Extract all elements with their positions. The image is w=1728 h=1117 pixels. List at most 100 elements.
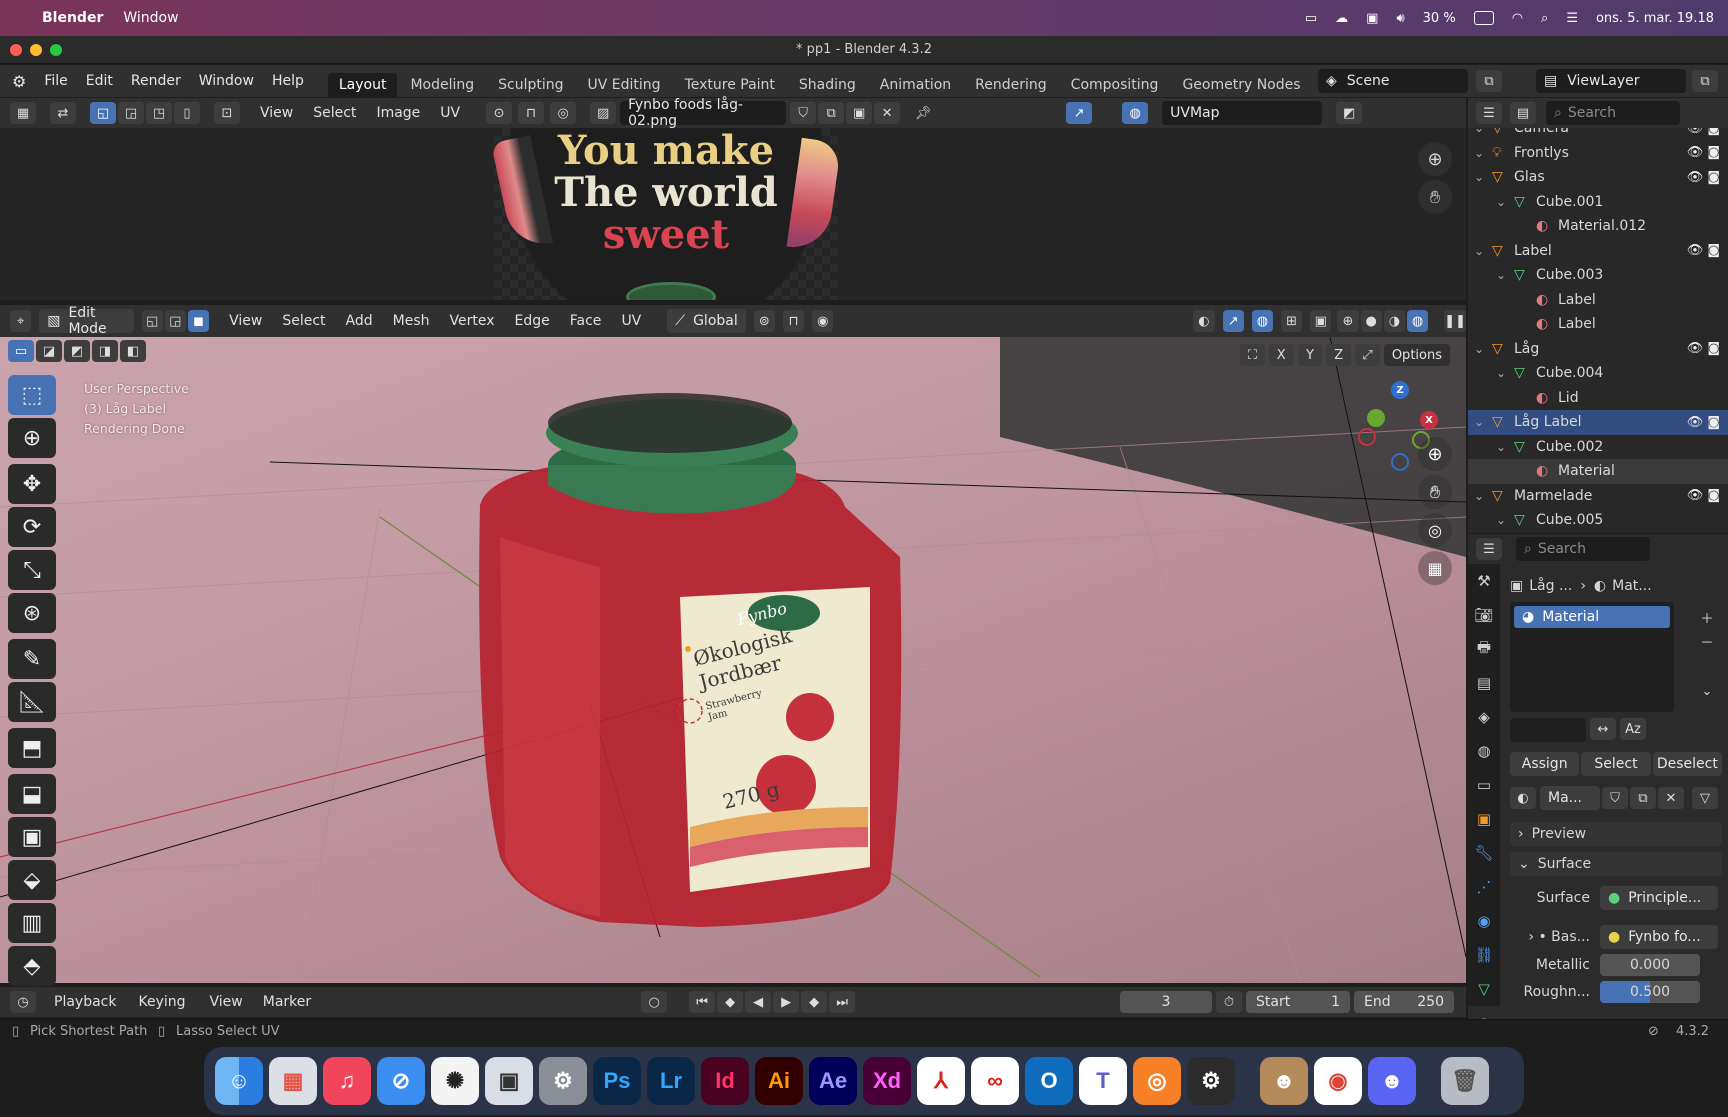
tab-shading[interactable]: Shading (788, 73, 867, 97)
chevron-down-icon[interactable]: ⌄ (1496, 440, 1506, 454)
outliner-row[interactable]: ⌄ ▽ Label 👁︎ ◙ (1468, 239, 1728, 264)
discord-icon[interactable]: ☻ (1368, 1057, 1416, 1105)
link-type-icon[interactable]: ▽ (1692, 787, 1718, 809)
play-icon[interactable]: ▶ (773, 991, 800, 1013)
close-window-button[interactable] (10, 44, 22, 56)
after-effects-icon[interactable]: Ae (809, 1057, 857, 1105)
photoshop-icon[interactable]: Ps (593, 1057, 641, 1105)
render-tab-icon[interactable]: 📷︎ (1468, 598, 1500, 632)
surface-panel-header[interactable]: ⌄ Surface (1510, 852, 1722, 876)
surface-shader-field[interactable]: ● Principle... (1600, 886, 1718, 910)
indesign-icon[interactable]: Id (701, 1057, 749, 1105)
options-dropdown[interactable]: Options (1383, 344, 1450, 366)
chevron-down-icon[interactable]: ⌄ (1474, 170, 1484, 184)
launchpad-icon[interactable]: ▦ (269, 1057, 317, 1105)
proportional-icon[interactable]: ◎ (550, 102, 577, 124)
pin-icon[interactable]: 📌︎ (910, 102, 936, 124)
wifi-icon[interactable]: ◠ (1512, 11, 1523, 26)
fake-user-icon[interactable]: ⛉ (790, 102, 817, 124)
data-tab-icon[interactable]: ▽ (1468, 972, 1500, 1006)
visibility-render-icon[interactable]: 👁︎ ◙ (1687, 128, 1720, 136)
image-editor-canvas[interactable]: You make The world sweet ⊕ ✋︎ (0, 128, 1466, 300)
current-frame-field[interactable]: 3 (1120, 991, 1212, 1013)
menu-view[interactable]: View (260, 105, 293, 121)
material-browse-icon[interactable]: ◐ (1510, 787, 1536, 809)
add-slot-icon[interactable]: ＋ (1694, 606, 1720, 628)
timeline-editor-type-icon[interactable]: ◷ (10, 991, 36, 1013)
metallic-slider[interactable]: 0.000 (1600, 954, 1700, 976)
world-tab-icon[interactable]: ◍ (1468, 734, 1500, 768)
face-mode-icon[interactable]: ◼ (187, 310, 210, 332)
visibility-render-icon[interactable]: 👁︎ ◙ (1687, 145, 1720, 160)
menubar-clock[interactable]: ons. 5. mar. 19.18 (1596, 11, 1714, 26)
sticky-select-icon[interactable]: ⊡ (214, 102, 240, 124)
vp-menu-uv[interactable]: UV (621, 313, 641, 329)
volume-icon[interactable]: 🔊︎ (1396, 11, 1404, 26)
search-icon[interactable]: ⌕ (1541, 11, 1548, 26)
outliner-editor-type-icon[interactable]: ☰ (1476, 102, 1502, 124)
display-channels-icon[interactable]: ◩ (1336, 102, 1363, 124)
properties-editor-type-icon[interactable]: ☰ (1476, 538, 1502, 560)
select-invert-icon[interactable]: ◨ (92, 340, 118, 362)
zoom-window-button[interactable] (50, 44, 62, 56)
tab-sculpting[interactable]: Sculpting (487, 73, 574, 97)
solid-shading-icon[interactable]: ● (1360, 310, 1382, 332)
move-tool-icon[interactable]: ✥ (8, 464, 56, 504)
vertex-mode-icon[interactable]: ◱ (141, 310, 163, 332)
chatgpt-icon[interactable]: ✺ (431, 1057, 479, 1105)
cinema-icon[interactable]: ◎ (1133, 1057, 1181, 1105)
timeline-menu-keying[interactable]: Keying (138, 994, 185, 1010)
menu-image[interactable]: Image (376, 105, 420, 121)
menubar-app-name[interactable]: Blender (42, 10, 103, 26)
outliner-row[interactable]: ⌄ 💡︎ Frontlys 👁︎ ◙ (1468, 141, 1728, 166)
preview-icon[interactable]: ▣ (485, 1057, 533, 1105)
scene-tab-icon[interactable]: ◈ (1468, 700, 1500, 734)
system-settings-icon[interactable]: ⚙ (539, 1057, 587, 1105)
teams-icon[interactable]: T (1079, 1057, 1127, 1105)
play-reverse-icon[interactable]: ◀ (745, 991, 772, 1013)
cursor-tool-icon[interactable]: ⊕ (8, 418, 56, 458)
output-tab-icon[interactable]: 🖶︎ (1468, 632, 1500, 666)
snap-icon[interactable]: ⊓ (518, 102, 545, 124)
image-name-field[interactable]: Fynbo foods låg-02.png (620, 97, 787, 129)
outliner-row[interactable]: ⌄ ▽ Cube.003 (1468, 263, 1728, 288)
base-color-field[interactable]: ● Fynbo fo... (1600, 925, 1718, 949)
chevron-down-icon[interactable]: ⌄ (1496, 366, 1506, 380)
auto-key-icon[interactable]: ○ (641, 991, 668, 1013)
slot-specials-icon[interactable]: ⌄ (1694, 680, 1720, 702)
select-button[interactable]: Select (1581, 752, 1651, 776)
tab-uv-editing[interactable]: UV Editing (577, 73, 672, 97)
rendered-shading-icon[interactable]: ◍ (1406, 310, 1429, 332)
chevron-down-icon[interactable]: ⌄ (1496, 513, 1506, 527)
outliner-row[interactable]: ⌄ ▽ Låg Label 👁︎ ◙ (1468, 410, 1728, 435)
vp-pan-icon[interactable]: ✋︎ (1418, 475, 1452, 509)
jump-start-icon[interactable]: ⏮ (689, 991, 716, 1013)
timeline-menu-marker[interactable]: Marker (263, 994, 311, 1010)
vp-menu-view[interactable]: View (229, 313, 262, 329)
mat-unlink-icon[interactable]: ✕ (1658, 787, 1684, 809)
uv-sync-icon[interactable]: ⇄ (50, 102, 76, 124)
timeline-menu-playback[interactable]: Playback (54, 994, 116, 1010)
visibility-icon[interactable]: ◐ (1193, 310, 1215, 332)
lightroom-icon[interactable]: Lr (647, 1057, 695, 1105)
visibility-render-icon[interactable]: 👁︎ ◙ (1687, 488, 1720, 503)
gizmo-x-axis[interactable]: X (1420, 411, 1438, 429)
material-slot-list[interactable]: ◕ Material (1510, 602, 1674, 712)
uvmap-field[interactable]: UVMap (1162, 101, 1323, 125)
breadcrumb-material[interactable]: Mat... (1612, 578, 1652, 594)
mat-fake-user-icon[interactable]: ⛉ (1602, 787, 1628, 809)
mirror-icon[interactable]: ⛶ (1240, 344, 1265, 366)
outliner-row[interactable]: ⌄ ▽ Cube.004 (1468, 361, 1728, 386)
select-box-tool-icon[interactable]: ⬚ (8, 375, 56, 415)
extrude-tool-icon[interactable]: ⬓ (8, 774, 56, 814)
menu-help[interactable]: Help (272, 73, 304, 89)
modifier-tab-icon[interactable]: 🔧︎ (1468, 836, 1500, 870)
outliner-row[interactable]: ◐ Label (1468, 288, 1728, 313)
chevron-down-icon[interactable]: ⌄ (1496, 195, 1506, 209)
menu-window[interactable]: Window (199, 73, 254, 89)
menu-render[interactable]: Render (131, 73, 181, 89)
constraints-tab-icon[interactable]: ⛓ (1468, 938, 1500, 972)
outliner-search[interactable]: ⌕ Search (1546, 101, 1680, 125)
ortho-toggle-icon[interactable]: ▦ (1418, 551, 1452, 585)
3d-viewport[interactable]: Fynbo Økologisk Jordbær Strawberry Jam 2… (0, 337, 1466, 983)
